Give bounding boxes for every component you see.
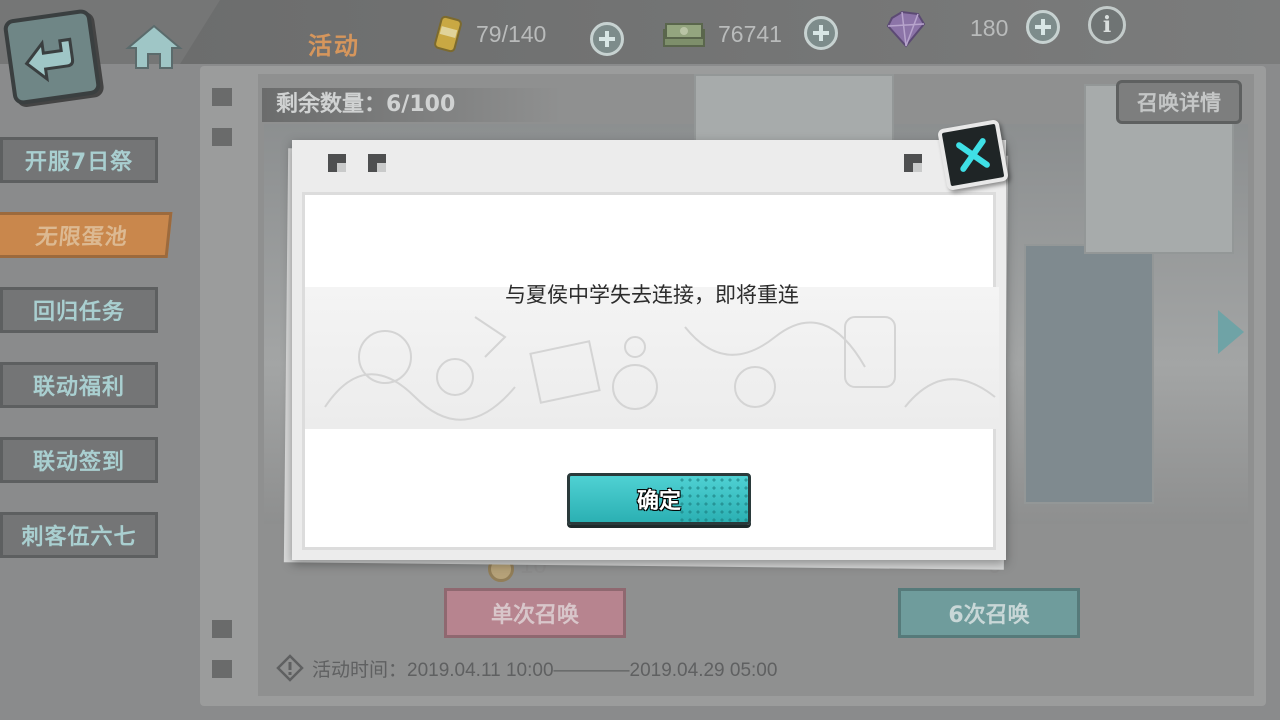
plus-icon <box>599 31 615 47</box>
back-arrow-icon <box>24 37 75 83</box>
summon-detail-button[interactable]: 召唤详情 <box>1116 80 1242 124</box>
six-summon-label: 6次召唤 <box>948 603 1030 628</box>
stamina-resource: 79/140 <box>430 14 546 54</box>
top-bar <box>0 0 1280 64</box>
back-button[interactable] <box>2 8 102 106</box>
menu-item-collab-rewards[interactable]: 联动福利 <box>0 362 158 408</box>
plus-icon <box>1035 19 1051 35</box>
menu-item-collab-checkin[interactable]: 联动签到 <box>0 437 158 483</box>
event-time-text: 活动时间：2019.04.11 10:00————2019.04.29 05:0… <box>312 659 778 681</box>
scene-vending-machine <box>1024 244 1154 504</box>
menu-item-label: 刺客伍六七 <box>21 525 137 550</box>
stamina-value: 79/140 <box>476 20 547 47</box>
energy-can-icon <box>434 15 462 53</box>
reconnect-dialog: 与夏侯中学失去连接，即将重连 确定 <box>292 140 1006 560</box>
menu-item-return-tasks[interactable]: 回归任务 <box>0 287 158 333</box>
info-icon: i <box>1102 12 1112 38</box>
close-button[interactable] <box>937 119 1009 191</box>
binder-hole <box>212 660 232 678</box>
header-square-icon <box>368 154 386 172</box>
add-gem-button[interactable] <box>1026 10 1060 44</box>
tab-title: 活动 <box>308 32 360 60</box>
dialog-message: 与夏侯中学失去连接，即将重连 <box>505 283 799 307</box>
dialog-body: 与夏侯中学失去连接，即将重连 确定 <box>302 192 999 550</box>
dialog-header <box>292 140 1006 188</box>
remaining-count: 剩余数量：6/100 <box>262 88 562 122</box>
menu-item-assassin-567[interactable]: 刺客伍六七 <box>0 512 158 558</box>
binder-hole <box>212 620 232 638</box>
menu-item-infinite-pool[interactable]: 无限蛋池 <box>0 212 173 258</box>
header-square-icon <box>328 154 346 172</box>
home-icon <box>125 24 183 69</box>
menu-item-opening-festival[interactable]: 开服7日祭 <box>0 137 158 183</box>
info-button[interactable]: i <box>1088 6 1126 44</box>
binder-hole <box>212 88 232 106</box>
add-money-button[interactable] <box>804 16 838 50</box>
menu-item-label: 联动签到 <box>32 450 125 475</box>
menu-item-label: 联动福利 <box>32 375 125 400</box>
cash-icon <box>663 23 705 47</box>
button-dot-pattern <box>678 476 748 522</box>
summon-detail-label: 召唤详情 <box>1137 91 1221 115</box>
gem-resource: 180 <box>884 8 1008 48</box>
warning-icon <box>276 654 304 682</box>
event-time: 活动时间：2019.04.11 10:00————2019.04.29 05:0… <box>276 652 777 684</box>
binder-hole <box>212 128 232 146</box>
confirm-button[interactable]: 确定 <box>567 473 751 525</box>
single-summon-label: 单次召唤 <box>490 603 579 628</box>
six-summon-button[interactable]: 6次召唤 <box>898 588 1080 638</box>
close-icon <box>956 138 990 172</box>
home-button[interactable] <box>124 22 184 72</box>
next-arrow-icon[interactable] <box>1218 310 1244 354</box>
money-resource: 76741 <box>660 14 782 54</box>
menu-item-label: 无限蛋池 <box>34 225 130 250</box>
money-value: 76741 <box>718 20 782 47</box>
diamond-icon <box>886 10 926 48</box>
add-stamina-button[interactable] <box>590 22 624 56</box>
single-summon-button[interactable]: 单次召唤 <box>444 588 626 638</box>
menu-item-label: 回归任务 <box>32 300 125 325</box>
menu-item-label: 开服7日祭 <box>24 150 134 175</box>
plus-icon <box>813 25 829 41</box>
gem-value: 180 <box>970 14 1009 41</box>
confirm-label: 确定 <box>636 489 681 514</box>
header-square-icon <box>904 154 922 172</box>
